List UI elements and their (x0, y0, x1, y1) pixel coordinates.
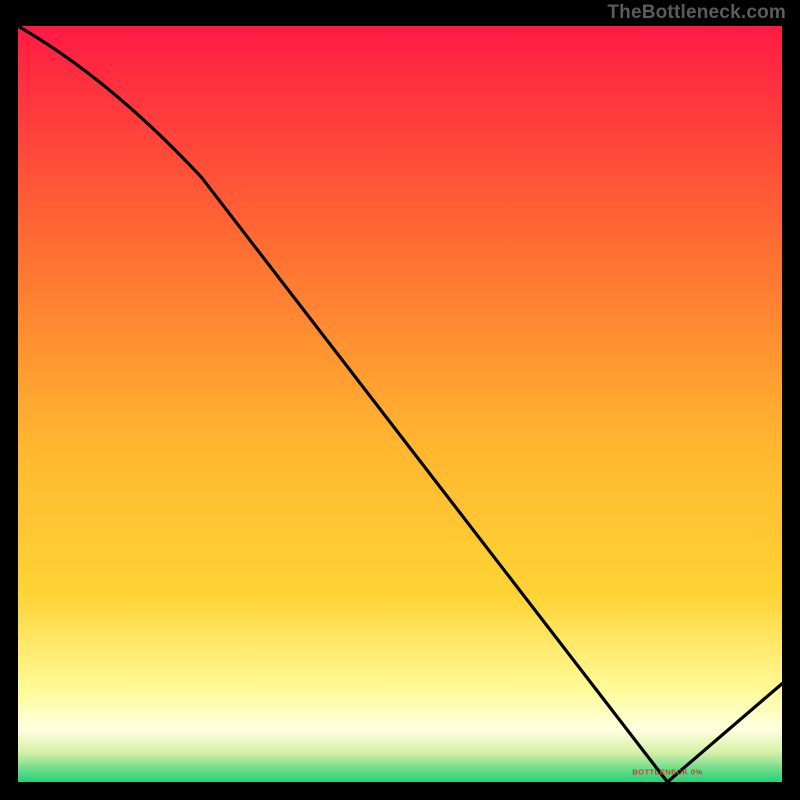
chart-svg: BOTTLENECK 0% (18, 26, 782, 782)
attribution-label: TheBottleneck.com (607, 2, 786, 24)
chart-container: TheBottleneck.com BOTTLENECK 0% (0, 0, 800, 800)
bottleneck-annotation: BOTTLENECK 0% (632, 767, 702, 776)
gradient-background (18, 26, 782, 782)
plot-area: BOTTLENECK 0% (18, 26, 782, 782)
